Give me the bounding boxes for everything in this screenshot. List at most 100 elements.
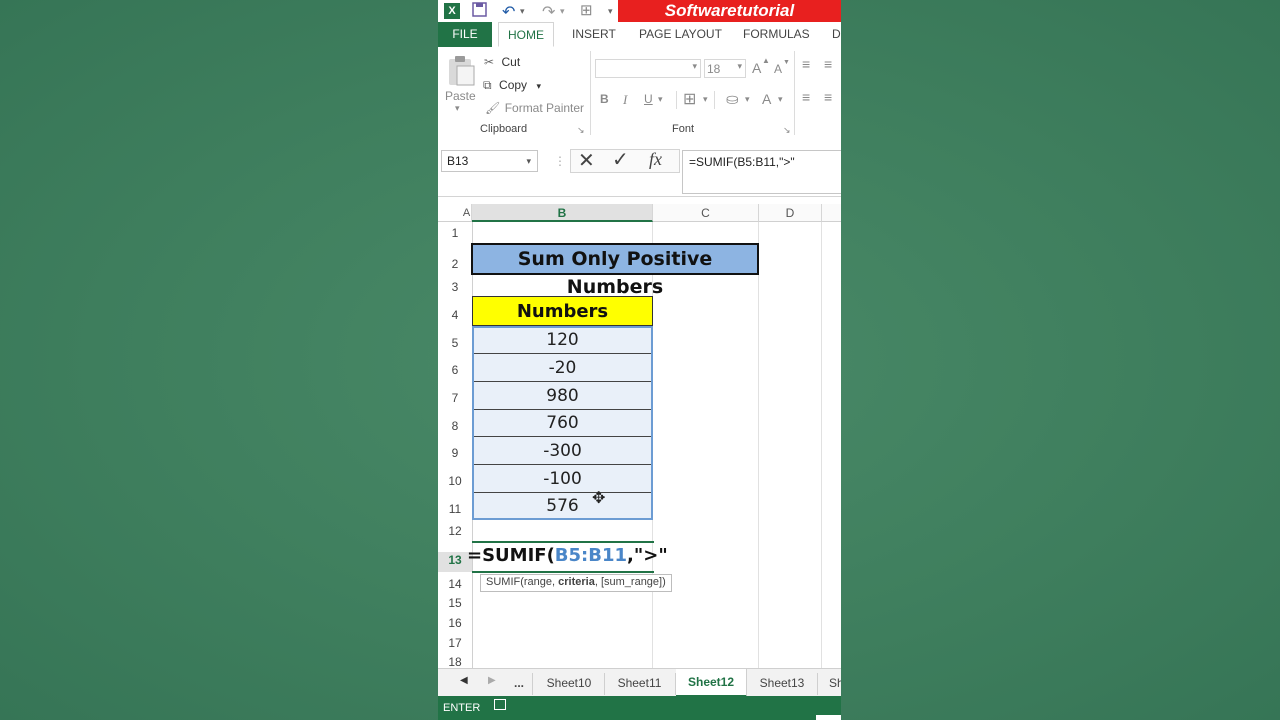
align-center-icon[interactable]: ≡	[824, 89, 832, 105]
align-middle-icon[interactable]: ≡	[824, 56, 832, 72]
gridline	[758, 222, 759, 668]
underline-dropdown-icon[interactable]: ▾	[658, 94, 663, 105]
name-box[interactable]: B13 ▾	[441, 150, 538, 172]
formula-input[interactable]: =SUMIF(B5:B11,">"	[682, 150, 841, 194]
grow-font-button[interactable]: A	[752, 60, 761, 76]
bold-button[interactable]: B	[600, 92, 609, 106]
active-cell-editor[interactable]: =SUMIF(B5:B11,">"	[467, 545, 668, 566]
ribbon-divider	[794, 51, 795, 135]
font-name-select[interactable]: ▾	[595, 59, 701, 78]
row-header[interactable]: 17	[438, 636, 472, 650]
font-size-select[interactable]: 18 ▾	[704, 59, 746, 78]
sheet-tab-partial[interactable]: Sh	[819, 673, 841, 695]
paste-dropdown-icon[interactable]: ▾	[455, 103, 460, 114]
format-painter-label: Format Painter	[504, 101, 585, 115]
header-cell[interactable]: Numbers	[472, 296, 653, 326]
table-icon[interactable]: ⊞	[580, 1, 593, 19]
row-header[interactable]: 10	[438, 474, 472, 488]
font-launcher-icon[interactable]: ↘	[783, 125, 791, 136]
row-header[interactable]: 14	[438, 577, 472, 591]
row-header[interactable]: 15	[438, 596, 472, 610]
edit-prefix: =SUMIF(	[467, 545, 555, 566]
column-header-d[interactable]: D	[759, 204, 822, 222]
number-cell[interactable]: 120	[472, 330, 653, 350]
tab-page-layout[interactable]: PAGE LAYOUT	[639, 22, 722, 47]
row-header[interactable]: 12	[438, 524, 472, 538]
formula-bar: B13 ▾ ⋮ ✕ ✓ fx =SUMIF(B5:B11,">"	[438, 140, 841, 197]
font-color-dropdown-icon[interactable]: ▾	[778, 94, 783, 105]
number-cell[interactable]: -100	[472, 469, 653, 489]
row-header[interactable]: 7	[438, 391, 472, 405]
font-name-dropdown-icon: ▾	[692, 61, 697, 71]
row-header[interactable]: 5	[438, 336, 472, 350]
paste-button[interactable]: Paste	[445, 89, 476, 103]
ribbon-home: Paste ▾ ✂ Cut ⧉ Copy ▾ 🖌 Format Painter …	[438, 47, 841, 141]
row-header[interactable]: 8	[438, 419, 472, 433]
number-cell[interactable]: 760	[472, 413, 653, 433]
tab-formulas[interactable]: FORMULAS	[743, 22, 810, 47]
edit-suffix: ,">"	[627, 545, 668, 566]
copy-label: Copy	[499, 78, 528, 92]
row-header[interactable]: 16	[438, 616, 472, 630]
customize-toolbar-icon[interactable]: ▾	[608, 6, 613, 17]
shrink-font-button[interactable]: A	[774, 62, 782, 76]
row-header[interactable]: 2	[438, 257, 472, 271]
sheet-tab-sheet10[interactable]: Sheet10	[534, 673, 605, 695]
save-icon[interactable]	[472, 2, 487, 20]
copy-button[interactable]: ⧉ Copy ▾	[483, 76, 541, 94]
borders-icon[interactable]: ⊞	[683, 89, 696, 109]
row-header[interactable]: 11	[438, 502, 472, 516]
tab-file[interactable]: FILE	[438, 22, 492, 47]
row-header[interactable]: 6	[438, 363, 472, 377]
status-bar: ENTER	[438, 696, 841, 720]
redo-dropdown-icon[interactable]: ▾	[560, 6, 565, 17]
row-header[interactable]: 3	[438, 280, 472, 294]
italic-button[interactable]: I	[623, 92, 627, 108]
cancel-icon[interactable]: ✕	[578, 148, 595, 173]
tab-insert[interactable]: INSERT	[572, 22, 616, 47]
sheet-tab-sheet12[interactable]: Sheet12	[676, 669, 747, 698]
sheet-tabs-ellipsis[interactable]: ...	[506, 673, 533, 695]
undo-icon[interactable]: ↶	[502, 2, 515, 22]
number-cell[interactable]: 576	[472, 496, 653, 516]
cut-button[interactable]: ✂ Cut	[484, 53, 520, 71]
sheet-tab-sheet13[interactable]: Sheet13	[747, 673, 818, 695]
row-header[interactable]: 1	[438, 226, 472, 240]
title-cell[interactable]: Sum Only Positive Numbers	[471, 243, 759, 298]
redo-icon[interactable]: ↷	[542, 2, 555, 22]
cell-border	[474, 464, 651, 465]
paste-icon[interactable]	[446, 55, 476, 87]
fill-color-icon[interactable]: ⛀	[726, 90, 739, 108]
sheet-scroll-right-icon[interactable]: ▶	[488, 675, 496, 686]
column-header-c[interactable]: C	[653, 204, 759, 222]
number-cell[interactable]: -20	[472, 358, 653, 378]
tab-home[interactable]: HOME	[498, 22, 554, 47]
clipboard-launcher-icon[interactable]: ↘	[577, 125, 585, 136]
function-tooltip[interactable]: SUMIF(range, criteria, [sum_range])	[480, 574, 672, 592]
tab-data[interactable]: D	[832, 22, 841, 47]
font-color-button[interactable]: A	[762, 91, 771, 107]
row-header[interactable]: 18	[438, 655, 472, 669]
format-painter-button[interactable]: 🖌 Format Painter	[485, 99, 584, 117]
name-box-value: B13	[447, 154, 469, 168]
column-header-b[interactable]: B	[472, 204, 653, 222]
column-header-e[interactable]	[822, 204, 841, 222]
number-cell[interactable]: -300	[472, 441, 653, 461]
enter-icon[interactable]: ✓	[612, 147, 629, 172]
fill-color-dropdown-icon[interactable]: ▾	[745, 94, 750, 105]
column-header-a[interactable]: A	[461, 204, 472, 222]
underline-button[interactable]: U	[644, 92, 653, 106]
sheet-tab-sheet11[interactable]: Sheet11	[604, 673, 676, 695]
undo-dropdown-icon[interactable]: ▾	[520, 6, 525, 17]
insert-function-icon[interactable]: fx	[649, 149, 662, 170]
number-cell[interactable]: 980	[472, 386, 653, 406]
align-top-icon[interactable]: ≡	[802, 56, 810, 72]
worksheet[interactable]: 1 2 3 4 5 6 7 8 9 10 11 12 13 14 15 16 1…	[438, 222, 841, 669]
cell-border	[474, 353, 651, 354]
sheet-scroll-left-icon[interactable]: ◀	[460, 675, 468, 686]
align-left-icon[interactable]: ≡	[802, 89, 810, 105]
row-header[interactable]: 9	[438, 446, 472, 460]
borders-dropdown-icon[interactable]: ▾	[703, 94, 708, 105]
row-header[interactable]: 4	[438, 308, 472, 322]
macro-recording-icon[interactable]	[494, 699, 506, 710]
